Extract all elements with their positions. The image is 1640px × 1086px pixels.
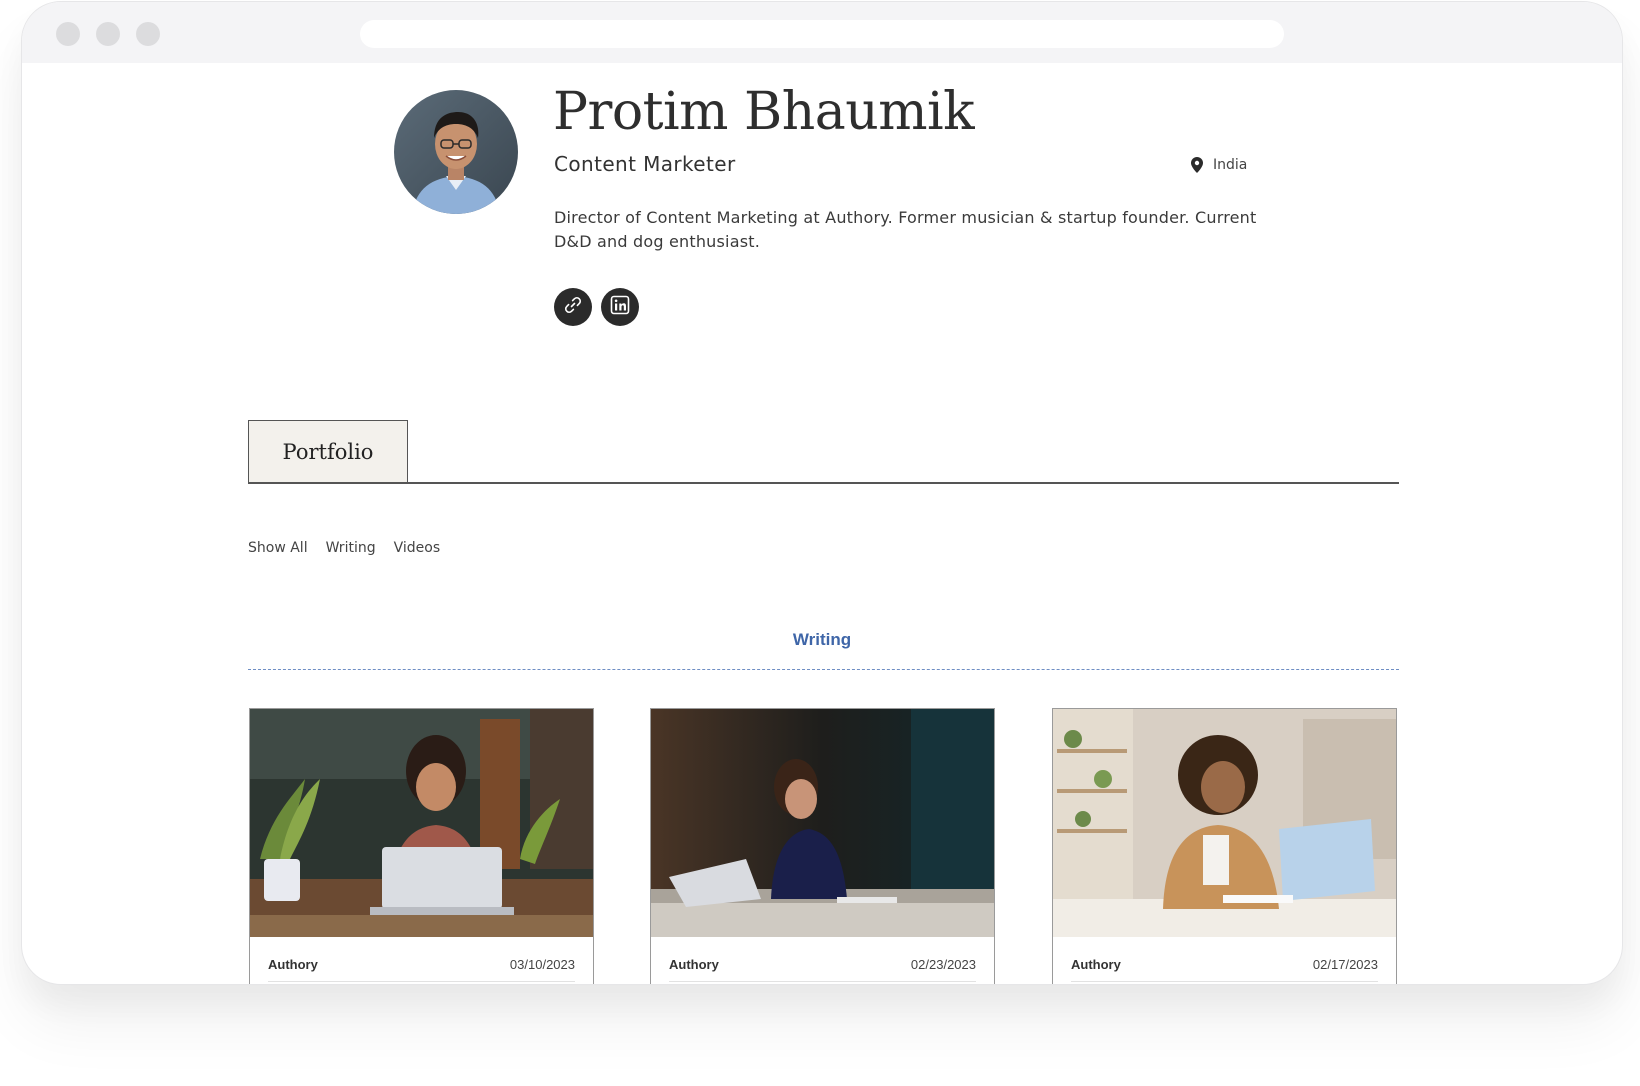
- article-thumbnail: [1053, 709, 1396, 937]
- card-divider: [268, 981, 575, 982]
- social-links: [554, 288, 639, 326]
- filter-videos[interactable]: Videos: [394, 540, 441, 556]
- content-filters: Show All Writing Videos: [248, 540, 440, 556]
- window-maximize-dot[interactable]: [136, 22, 160, 46]
- profile-bio: Director of Content Marketing at Authory…: [554, 208, 1257, 251]
- window-minimize-dot[interactable]: [96, 22, 120, 46]
- profile-name: Protim Bhaumik: [553, 82, 975, 142]
- article-source: Authory: [1071, 957, 1121, 972]
- tab-portfolio[interactable]: Portfolio: [248, 420, 408, 482]
- article-source: Authory: [669, 957, 719, 972]
- location-label: India: [1213, 157, 1248, 173]
- article-date: 02/23/2023: [910, 957, 976, 972]
- article-thumbnail: [651, 709, 994, 937]
- article-card[interactable]: Authory 02/17/2023: [1052, 708, 1397, 984]
- filter-show-all[interactable]: Show All: [248, 540, 308, 556]
- browser-titlebar: [22, 2, 1622, 63]
- page: Protim Bhaumik Content Marketer India Di…: [0, 0, 1640, 1086]
- card-divider: [669, 981, 976, 982]
- website-link-button[interactable]: [554, 288, 592, 326]
- filter-writing[interactable]: Writing: [326, 540, 376, 556]
- location-pin-icon: [1191, 157, 1203, 173]
- profile-avatar: [394, 90, 518, 214]
- article-card[interactable]: Authory 03/10/2023: [249, 708, 594, 984]
- address-bar[interactable]: [360, 20, 1284, 48]
- linkedin-link-button[interactable]: [601, 288, 639, 326]
- linkedin-icon: [610, 295, 630, 319]
- window-close-dot[interactable]: [56, 22, 80, 46]
- profile-location: India: [1191, 157, 1247, 173]
- article-date: 03/10/2023: [509, 957, 575, 972]
- article-card[interactable]: Authory 02/23/2023: [650, 708, 995, 984]
- link-icon: [563, 295, 583, 319]
- section-divider: [248, 669, 1399, 670]
- card-divider: [1071, 981, 1378, 982]
- article-source: Authory: [268, 957, 318, 972]
- browser-window: Protim Bhaumik Content Marketer India Di…: [21, 1, 1623, 985]
- article-date: 02/17/2023: [1312, 957, 1378, 972]
- article-thumbnail: [250, 709, 593, 937]
- profile-role: Content Marketer: [554, 152, 736, 176]
- section-title-writing: Writing: [792, 630, 852, 649]
- tab-baseline: [248, 482, 1399, 484]
